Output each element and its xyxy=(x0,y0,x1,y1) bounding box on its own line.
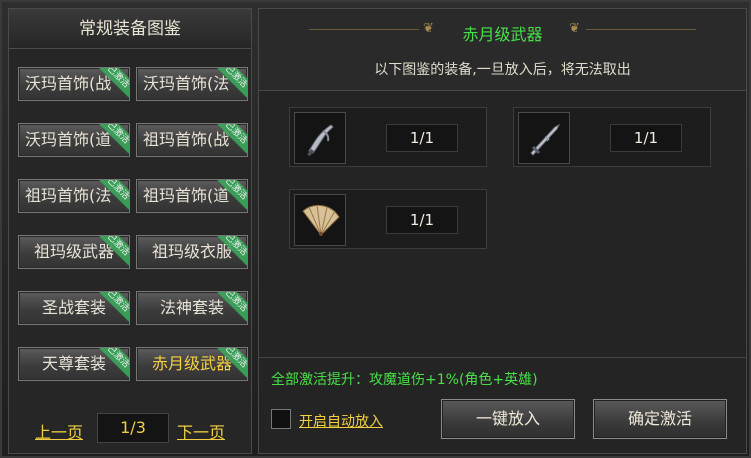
category-button[interactable]: 天尊套装 已激活 xyxy=(18,347,130,381)
category-panel: 常规装备图鉴 沃玛首饰(战 已激活 沃玛首饰(法 已激活 沃玛首饰(道 已激活 祖玛首… xyxy=(8,8,252,454)
equipment-slot-card: 1/1 xyxy=(289,107,487,167)
item-count: 1/1 xyxy=(610,124,682,152)
collection-title: 赤月级武器 xyxy=(462,25,543,44)
confirm-activate-button[interactable]: 确定激活 xyxy=(593,399,727,439)
category-button[interactable]: 沃玛首饰(法 已激活 xyxy=(136,67,248,101)
put-all-button[interactable]: 一键放入 xyxy=(441,399,575,439)
activation-bonus-text: 全部激活提升：攻魔道伤+1%(角色+英雄) xyxy=(271,372,538,388)
auto-put-checkbox[interactable] xyxy=(271,409,291,429)
ornament-divider xyxy=(586,29,696,30)
category-button[interactable]: 祖玛级衣服 已激活 xyxy=(136,235,248,269)
category-button-selected[interactable]: 赤月级武器 已激活 xyxy=(136,347,248,381)
category-label: 圣战套装 xyxy=(41,298,106,317)
category-button[interactable]: 沃玛首饰(道 已激活 xyxy=(18,123,130,157)
collection-header: ❦ 赤月级武器 ❦ 以下图鉴的装备,一旦放入后，将无法取出 xyxy=(259,9,746,91)
category-button[interactable]: 法神套装 已激活 xyxy=(136,291,248,325)
blade-weapon-icon[interactable] xyxy=(294,112,346,164)
category-label: 祖玛首饰(战 xyxy=(143,130,230,149)
item-count: 1/1 xyxy=(386,124,458,152)
category-label: 祖玛级武器 xyxy=(33,242,114,261)
category-label: 祖玛首饰(法 xyxy=(25,186,112,205)
prev-page-link[interactable]: 上一页 xyxy=(35,419,83,443)
equipment-slot-card: 1/1 xyxy=(289,189,487,249)
category-label: 天尊套装 xyxy=(41,354,106,373)
category-button[interactable]: 祖玛首饰(道 已激活 xyxy=(136,179,248,213)
category-label: 祖玛首饰(道 xyxy=(143,186,230,205)
category-button[interactable]: 沃玛首饰(战 已激活 xyxy=(18,67,130,101)
category-button[interactable]: 圣战套装 已激活 xyxy=(18,291,130,325)
collection-panel: ❦ 赤月级武器 ❦ 以下图鉴的装备,一旦放入后，将无法取出 1/1 1/1 1/… xyxy=(258,8,747,454)
item-count: 1/1 xyxy=(386,206,458,234)
category-panel-title: 常规装备图鉴 xyxy=(9,9,251,49)
pager: 上一页 1/3 下一页 xyxy=(9,411,251,445)
auto-put-label[interactable]: 开启自动放入 xyxy=(299,411,383,431)
category-label: 沃玛首饰(道 xyxy=(25,130,112,149)
section-divider xyxy=(259,357,746,358)
category-button[interactable]: 祖玛级武器 已激活 xyxy=(18,235,130,269)
sword-weapon-icon[interactable] xyxy=(518,112,570,164)
category-label: 赤月级武器 xyxy=(151,354,232,373)
category-label: 法神套装 xyxy=(159,298,224,317)
category-label: 沃玛首饰(法 xyxy=(143,74,230,93)
page-indicator: 1/3 xyxy=(97,413,169,443)
collection-subtitle: 以下图鉴的装备,一旦放入后，将无法取出 xyxy=(374,62,631,78)
category-button[interactable]: 祖玛首饰(战 已激活 xyxy=(136,123,248,157)
window-frame: 常规装备图鉴 沃玛首饰(战 已激活 沃玛首饰(法 已激活 沃玛首饰(道 已激活 祖玛首… xyxy=(0,0,751,458)
next-page-link[interactable]: 下一页 xyxy=(177,419,225,443)
category-label: 祖玛级衣服 xyxy=(151,242,232,261)
ornament-icon: ❦ xyxy=(569,21,580,36)
category-button[interactable]: 祖玛首饰(法 已激活 xyxy=(18,179,130,213)
category-label: 沃玛首饰(战 xyxy=(25,74,112,93)
equipment-slot-card: 1/1 xyxy=(513,107,711,167)
fan-weapon-icon[interactable] xyxy=(294,194,346,246)
